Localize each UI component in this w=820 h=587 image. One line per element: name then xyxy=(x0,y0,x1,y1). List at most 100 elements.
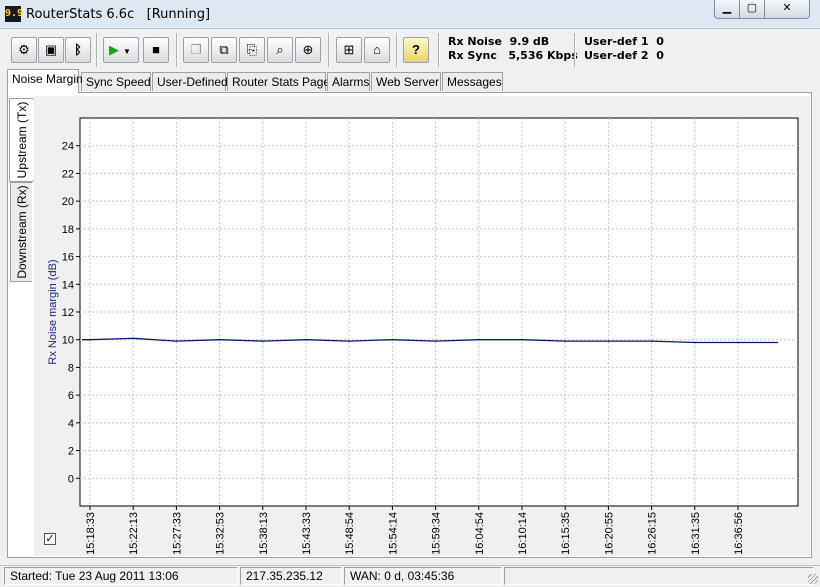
tab-alarms[interactable]: Alarms xyxy=(327,72,370,91)
data-point xyxy=(564,340,566,342)
x-tick-label: 15:43:33 xyxy=(301,512,313,555)
x-tick-label: 15:48:54 xyxy=(344,512,356,555)
data-point xyxy=(305,338,307,341)
data-point xyxy=(521,338,523,341)
copy-button[interactable]: ⧉ xyxy=(211,37,237,63)
window-title: RouterStats 6.6c [Running] xyxy=(26,7,210,22)
stop-button[interactable]: ■ xyxy=(143,37,169,63)
toolbar-separator xyxy=(328,33,330,67)
userdef1-label: User-def 1 xyxy=(584,35,649,48)
x-tick-label: 16:15:35 xyxy=(560,512,572,555)
y-tick-label: 18 xyxy=(62,224,74,236)
home-button[interactable]: ⌂ xyxy=(364,37,390,63)
data-point xyxy=(89,338,91,341)
data-point xyxy=(478,338,480,341)
y-tick-label: 2 xyxy=(68,446,74,458)
print-preview-icon: ⌕ xyxy=(276,42,284,57)
x-tick-label: 16:36:56 xyxy=(733,512,745,555)
y-tick-label: 4 xyxy=(68,418,74,430)
stop-icon: ■ xyxy=(152,42,160,57)
userdef2-value: 0 xyxy=(656,49,664,62)
paste-icon: ⎘ xyxy=(246,42,258,57)
x-tick-label: 15:32:53 xyxy=(215,512,227,555)
print-preview-button[interactable]: ⌕ xyxy=(267,37,293,63)
data-point xyxy=(737,341,739,344)
x-tick-label: 15:54:14 xyxy=(387,512,399,555)
toolbar-separator xyxy=(176,33,178,67)
app-title: RouterStats 6.6c xyxy=(26,7,135,22)
rx-noise-label: Rx Noise xyxy=(448,35,502,48)
tab-web-server[interactable]: Web Server xyxy=(371,72,441,91)
y-tick-label: 14 xyxy=(62,279,74,291)
copy-disabled-button[interactable]: ❐ xyxy=(183,37,209,63)
copy-disabled-icon: ❐ xyxy=(190,42,202,57)
side-tab-downstream[interactable]: Downstream (Rx) xyxy=(10,182,32,282)
help-button[interactable]: ? xyxy=(403,37,429,63)
userdef1-value: 0 xyxy=(656,35,664,48)
rx-sync-value: 5,536 Kbps xyxy=(508,49,578,62)
data-point xyxy=(391,338,394,341)
minimize-icon: ▁ xyxy=(722,2,732,14)
side-tab-upstream[interactable]: Upstream (Tx) xyxy=(9,98,33,182)
minimize-button[interactable]: ▁ xyxy=(714,0,740,19)
maximize-button[interactable]: ▢ xyxy=(739,0,765,19)
status-empty xyxy=(504,567,814,585)
data-point xyxy=(434,340,437,342)
y-tick-label: 8 xyxy=(68,362,74,374)
toolbar-separator xyxy=(96,33,98,67)
y-axis-label: Rx Noise margin (dB) xyxy=(47,259,59,364)
save-icon: ▣ xyxy=(44,42,58,57)
toolbar-separator xyxy=(396,33,398,67)
x-tick-label: 15:27:33 xyxy=(171,512,183,555)
toolbar-separator xyxy=(438,33,440,67)
data-point xyxy=(218,338,221,341)
plot-area xyxy=(79,117,799,507)
tab-messages[interactable]: Messages xyxy=(442,72,503,91)
userdef2-label: User-def 2 xyxy=(584,49,649,62)
toolbar-separator xyxy=(574,33,576,67)
save-button[interactable]: ▣ xyxy=(38,37,64,63)
data-point xyxy=(694,341,696,344)
title-bar: 9.9 RouterStats 6.6c [Running] ▁ ▢ ✕ xyxy=(0,0,820,29)
side-tab-downstream-label: Downstream (Rx) xyxy=(14,185,29,279)
zoom-button[interactable]: ⊕ xyxy=(295,37,321,63)
noise-margin-chart: 02468101214161820222415:18:33 15:22:13 15:… xyxy=(47,117,799,555)
settings-wizard-button[interactable]: ⚙ xyxy=(11,37,37,63)
play-button[interactable]: ▶ ▼ xyxy=(103,37,139,63)
data-point xyxy=(348,340,351,342)
y-tick-label: 20 xyxy=(62,196,74,208)
chart-area: 0 2 4 6 8 10 12 14 16 18 20 22 24 15:18:33 15:22:13 15:… xyxy=(34,96,810,556)
y-tick-label: 0 xyxy=(68,473,74,485)
x-tick-label: 15:38:13 xyxy=(258,512,270,555)
data-point xyxy=(607,340,610,342)
resize-grip-icon[interactable] xyxy=(808,574,818,584)
tab-router-stats-page[interactable]: Router Stats Page xyxy=(227,72,330,91)
run-state: [Running] xyxy=(146,7,211,22)
status-ip: 217.35.235.12 xyxy=(240,567,342,585)
tab-user-defined[interactable]: User-Defined xyxy=(152,72,228,91)
x-tick-label: 15:18:33 xyxy=(85,512,97,555)
x-tick-label: 15:22:13 xyxy=(128,512,140,555)
data-point xyxy=(262,340,264,342)
y-tick-label: 24 xyxy=(62,141,74,153)
maximize-icon: ▢ xyxy=(746,2,758,14)
help-icon: ? xyxy=(412,42,420,57)
y-tick-label: 12 xyxy=(62,307,74,319)
y-tick-label: 22 xyxy=(62,168,74,180)
y-tick-label: 16 xyxy=(62,252,74,264)
tab-sync-speed[interactable]: Sync Speed xyxy=(81,72,151,91)
bluetooth-button[interactable]: ᛒ xyxy=(65,37,91,63)
data-point xyxy=(175,340,178,342)
auto-scroll-checkbox[interactable]: ✓ xyxy=(44,533,56,545)
tab-noise-margin[interactable]: Noise Margin xyxy=(7,69,83,93)
x-tick-label: 15:59:34 xyxy=(431,512,443,555)
status-started: Started: Tue 23 Aug 2011 13:06 xyxy=(4,567,238,585)
close-button[interactable]: ✕ xyxy=(764,0,810,19)
x-tick-label: 16:31:35 xyxy=(690,512,702,555)
network-search-button[interactable]: ⊞ xyxy=(336,37,362,63)
paste-button[interactable]: ⎘ xyxy=(239,37,265,63)
status-wan: WAN: 0 d, 03:45:36 xyxy=(344,567,502,585)
data-point xyxy=(650,340,653,342)
y-tick-label: 6 xyxy=(68,390,74,402)
rx-sync-label: Rx Sync xyxy=(448,49,497,62)
